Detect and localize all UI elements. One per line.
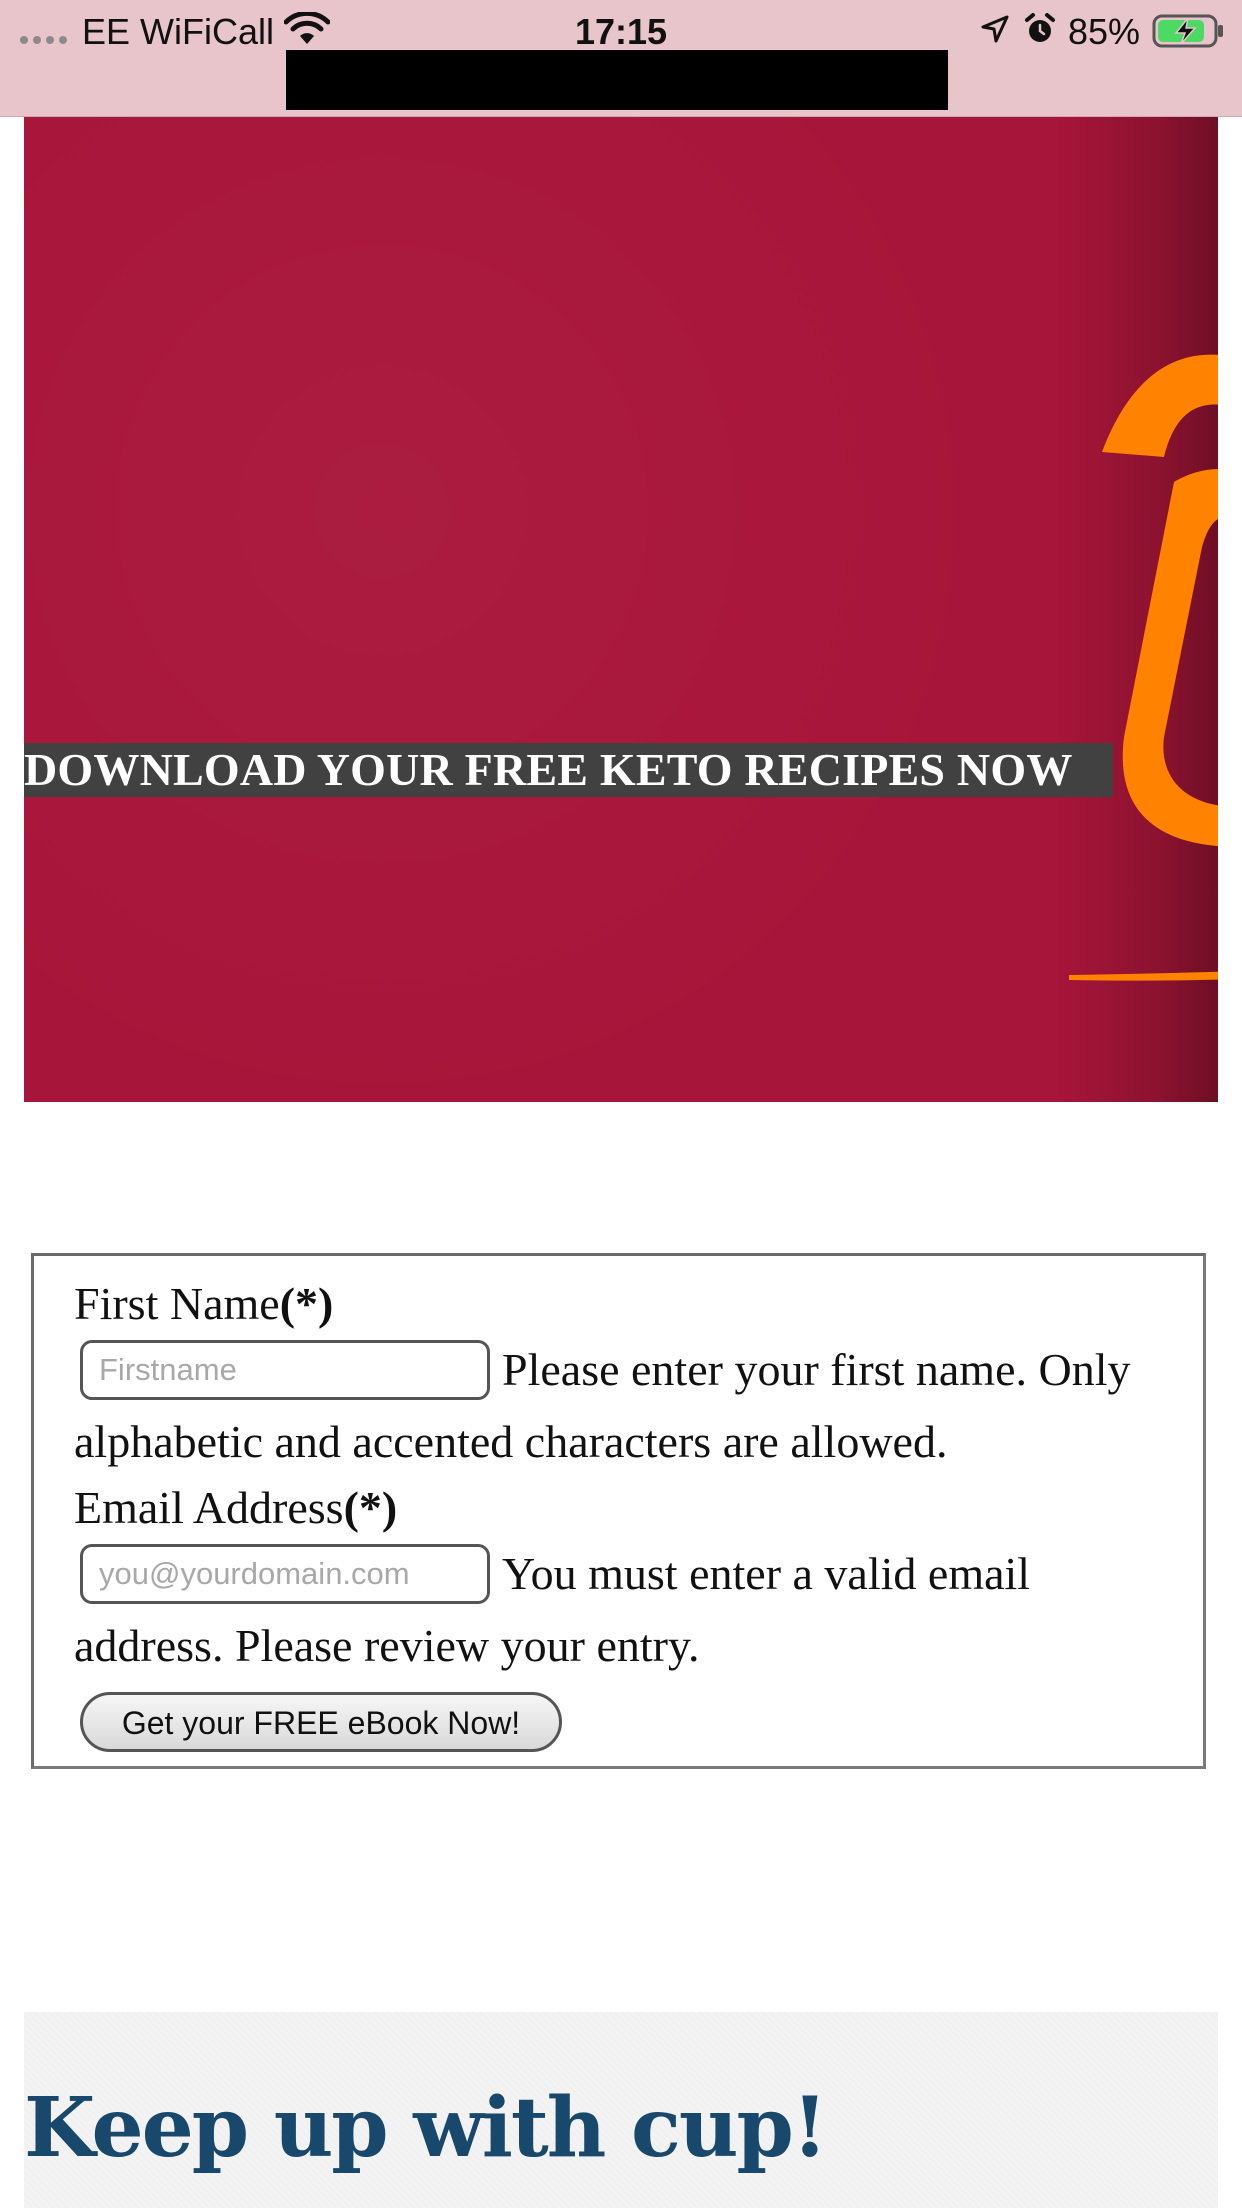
hero-banner: DOWNLOAD YOUR FREE KETO RECIPES NOW — [24, 117, 1218, 1102]
email-label-text: Email Address — [74, 1482, 344, 1533]
first-name-required-marker: (*) — [279, 1278, 334, 1329]
newsletter-section: Keep up with cup! — [24, 2012, 1218, 2208]
get-ebook-button[interactable]: Get your FREE eBook Now! — [80, 1692, 562, 1752]
email-required-marker: (*) — [343, 1482, 398, 1533]
ebook-signup-form: First Name(*) Please enter your first na… — [31, 1253, 1206, 1769]
first-name-label-text: First Name — [74, 1278, 280, 1329]
alarm-clock-icon — [1025, 13, 1055, 42]
email-label: Email Address(*) — [74, 1478, 1174, 1538]
battery-charging-icon — [1152, 14, 1223, 48]
first-name-input[interactable] — [80, 1340, 490, 1401]
email-input[interactable] — [80, 1544, 490, 1605]
battery-percentage: 85% — [1068, 11, 1141, 52]
first-name-row: Please enter your first name. Only alpha… — [74, 1334, 1174, 1478]
redacted-url-bar — [286, 50, 948, 110]
newsletter-heading: Keep up with cup! — [24, 2080, 828, 2176]
location-arrow-icon — [981, 15, 1009, 43]
email-row: You must enter a valid email address. Pl… — [74, 1538, 1174, 1682]
form-fields: First Name(*) Please enter your first na… — [74, 1274, 1174, 1752]
hero-headline: DOWNLOAD YOUR FREE KETO RECIPES NOW — [24, 743, 1113, 797]
hero-lettering-graphic — [1069, 354, 1218, 981]
status-bar: EE WiFiCall 17:15 85% — [0, 0, 1242, 117]
first-name-label: First Name(*) — [74, 1274, 1174, 1334]
